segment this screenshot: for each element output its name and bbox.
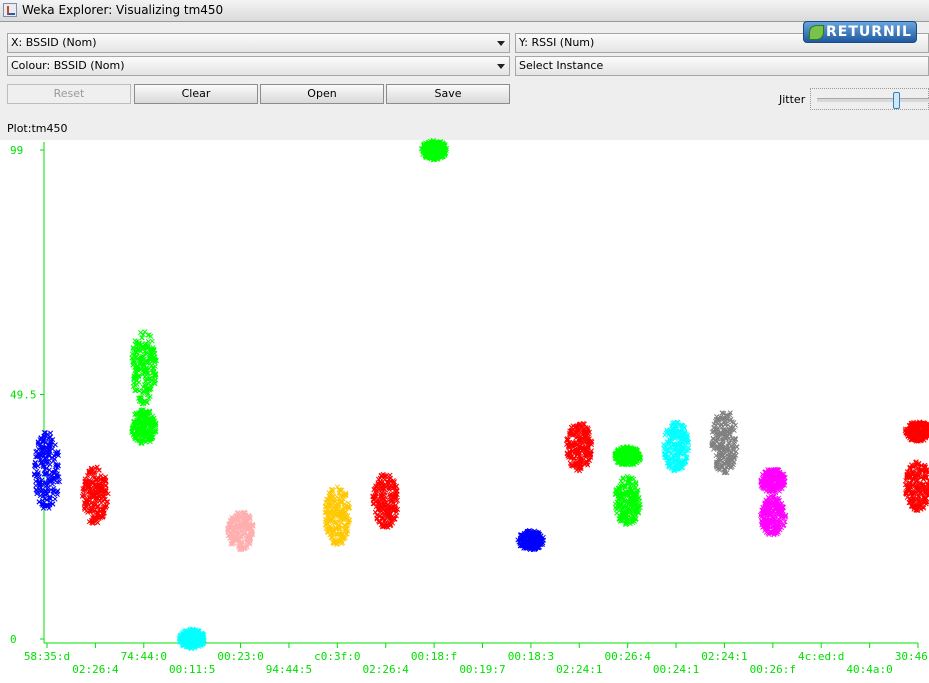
reset-button[interactable]: Reset: [7, 84, 131, 104]
colour-select[interactable]: Colour: BSSID (Nom): [7, 56, 510, 76]
returnil-badge-text: RETURNIL: [826, 24, 912, 40]
plot-title: Plot:tm450: [7, 122, 68, 135]
select-instance-select[interactable]: Select Instance: [515, 56, 929, 76]
open-button[interactable]: Open: [260, 84, 384, 104]
returnil-logo-icon: [809, 25, 824, 40]
x-tick-label: 40:4a:0: [846, 663, 892, 676]
colour-select-label: Colour: BSSID (Nom): [11, 59, 125, 72]
control-panel: X: BSSID (Nom) Y: RSSI (Num) Colour: BSS…: [0, 21, 929, 140]
x-tick-label: 00:19:7: [459, 663, 505, 676]
chevron-down-icon: [497, 64, 505, 69]
x-tick-label: 02:24:1: [556, 663, 602, 676]
data-point: [631, 476, 637, 482]
data-point: [138, 330, 144, 336]
x-tick-label: 58:35:d: [24, 650, 70, 663]
x-tick-label: c0:3f:0: [314, 650, 360, 663]
select-instance-label: Select Instance: [519, 59, 604, 72]
jitter-slider-rail: [817, 98, 929, 102]
jitter-label: Jitter: [779, 93, 806, 106]
chevron-down-icon: [497, 41, 505, 46]
jitter-slider[interactable]: [810, 88, 929, 110]
data-point: [147, 394, 153, 400]
data-point: [52, 496, 58, 502]
data-point: [614, 510, 620, 516]
y-tick-label: 0: [10, 633, 17, 646]
x-tick-label: 00:26:4: [604, 650, 651, 663]
x-tick-label: 00:11:5: [169, 663, 215, 676]
jitter-slider-thumb[interactable]: [892, 92, 900, 109]
scatter-plot[interactable]: 049.59958:35:d02:26:474:44:000:11:500:23…: [0, 136, 929, 683]
x-axis-select[interactable]: X: BSSID (Nom): [7, 33, 510, 53]
x-tick-label: 00:23:0: [217, 650, 263, 663]
plot-axes: [40, 142, 919, 648]
x-tick-label: 00:18:f: [411, 650, 457, 663]
y-tick-label: 49.5: [10, 389, 37, 402]
x-tick-label: 00:26:f: [750, 663, 796, 676]
data-point: [80, 491, 87, 497]
x-tick-label: 30:46:9: [895, 650, 929, 663]
clear-button[interactable]: Clear: [134, 84, 258, 104]
plot-points: [31, 137, 929, 652]
x-tick-label: 02:26:4: [363, 663, 410, 676]
save-button[interactable]: Save: [386, 84, 510, 104]
x-tick-label: 74:44:0: [121, 650, 167, 663]
x-tick-label: 02:26:4: [72, 663, 119, 676]
x-tick-label: 94:44:5: [266, 663, 312, 676]
data-point: [54, 491, 60, 498]
y-tick-label: 99: [10, 144, 23, 157]
x-tick-label: 4c:ed:d: [798, 650, 844, 663]
x-tick-label: 02:24:1: [701, 650, 747, 663]
x-axis-select-label: X: BSSID (Nom): [11, 36, 97, 49]
x-tick-label: 00:24:1: [653, 663, 699, 676]
y-axis-select-label: Y: RSSI (Num): [519, 36, 595, 49]
data-point: [149, 338, 155, 344]
java-app-icon: [3, 3, 17, 17]
returnil-badge: RETURNIL: [803, 21, 917, 43]
x-tick-label: 00:18:3: [508, 650, 554, 663]
data-point: [334, 497, 340, 503]
data-point: [47, 461, 53, 467]
window-titlebar: Weka Explorer: Visualizing tm450: [0, 0, 929, 22]
data-point: [662, 432, 668, 438]
window-title: Weka Explorer: Visualizing tm450: [22, 3, 224, 17]
